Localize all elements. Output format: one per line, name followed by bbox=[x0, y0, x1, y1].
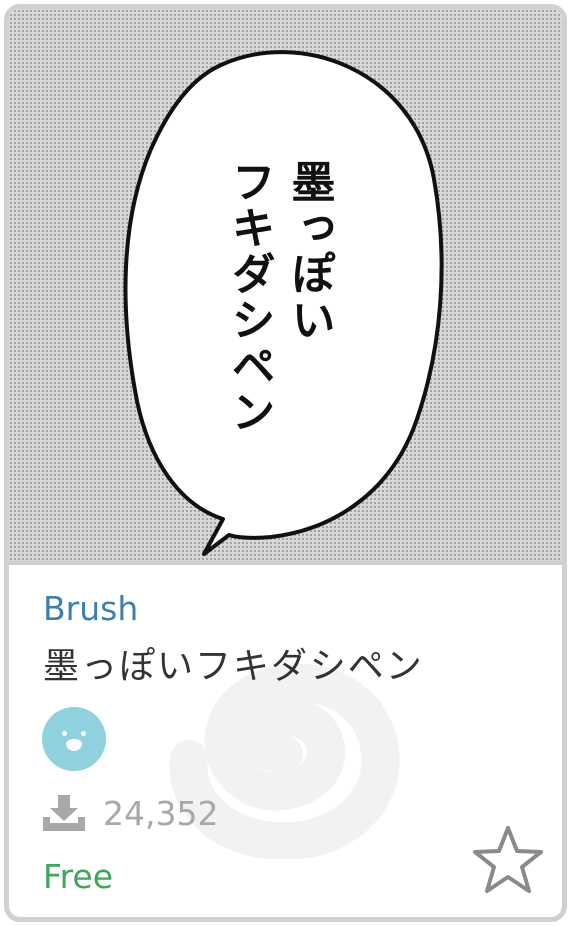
download-count-row: 24,352 bbox=[43, 791, 218, 835]
download-count: 24,352 bbox=[103, 793, 219, 833]
material-title[interactable]: 墨っぽいフキダシペン bbox=[43, 637, 424, 689]
price-label: Free bbox=[43, 857, 114, 896]
avatar-eye-left bbox=[62, 731, 67, 736]
bubble-text-col2: フキダシペン bbox=[224, 159, 275, 435]
download-icon bbox=[43, 795, 85, 831]
speech-bubble-illustration: 墨っぽい フキダシペン bbox=[123, 50, 444, 556]
material-card[interactable]: 墨っぽい フキダシペン Brush 墨っぽいフキダシペン 24,352 Free bbox=[4, 4, 567, 922]
avatar-mouth bbox=[66, 739, 82, 751]
bubble-text-col1: 墨っぽい bbox=[284, 159, 335, 343]
user-avatar[interactable] bbox=[42, 707, 106, 771]
material-thumbnail[interactable]: 墨っぽい フキダシペン bbox=[9, 9, 562, 565]
avatar-eye-right bbox=[81, 731, 86, 736]
star-outline-icon[interactable] bbox=[472, 824, 544, 896]
material-category[interactable]: Brush bbox=[43, 589, 138, 628]
